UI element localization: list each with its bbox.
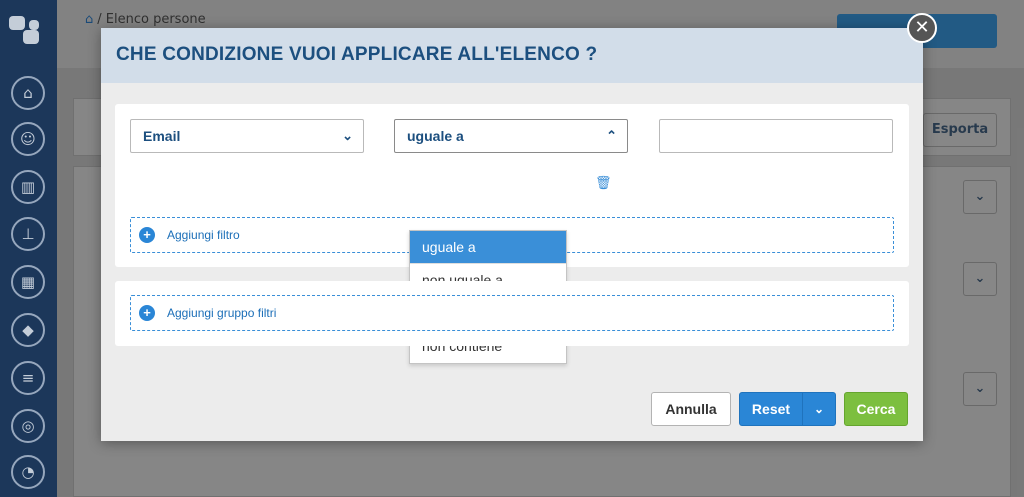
operator-select[interactable]: uguale a ⌃ xyxy=(394,119,628,153)
search-button[interactable]: Cerca xyxy=(844,392,908,426)
chevron-down-icon: ⌄ xyxy=(342,128,353,143)
field-select[interactable]: Email ⌄ xyxy=(130,119,364,153)
modal-title: CHE CONDIZIONE VUOI APPLICARE ALL'ELENCO… xyxy=(116,44,598,65)
reset-button[interactable]: Reset ⌄ xyxy=(739,392,836,426)
add-filter-group-label: Aggiungi gruppo filtri xyxy=(167,306,277,320)
chevron-down-icon[interactable]: ⌄ xyxy=(802,393,835,425)
filter-modal: CHE CONDIZIONE VUOI APPLICARE ALL'ELENCO… xyxy=(101,13,937,441)
filter-panel: Email ⌄ uguale a ⌃ 🗑 + Aggiungi filtro u… xyxy=(115,104,909,364)
plus-circle-icon: + xyxy=(139,227,155,243)
plus-circle-icon: + xyxy=(139,305,155,321)
operator-select-value: uguale a xyxy=(407,128,464,144)
close-icon[interactable]: ✕ xyxy=(907,13,937,43)
reset-label: Reset xyxy=(751,401,791,417)
value-input[interactable] xyxy=(659,119,893,153)
trash-icon[interactable]: 🗑 xyxy=(595,176,612,191)
add-filter-label: Aggiungi filtro xyxy=(167,228,240,242)
dropdown-option[interactable]: uguale a xyxy=(410,231,566,264)
cancel-button[interactable]: Annulla xyxy=(651,392,731,426)
field-select-value: Email xyxy=(143,128,181,144)
chevron-up-icon: ⌃ xyxy=(606,128,617,143)
modal-header: CHE CONDIZIONE VUOI APPLICARE ALL'ELENCO… xyxy=(101,28,923,83)
add-filter-group-button[interactable]: + Aggiungi gruppo filtri xyxy=(130,295,894,331)
filter-group-panel: + Aggiungi gruppo filtri xyxy=(115,281,909,346)
